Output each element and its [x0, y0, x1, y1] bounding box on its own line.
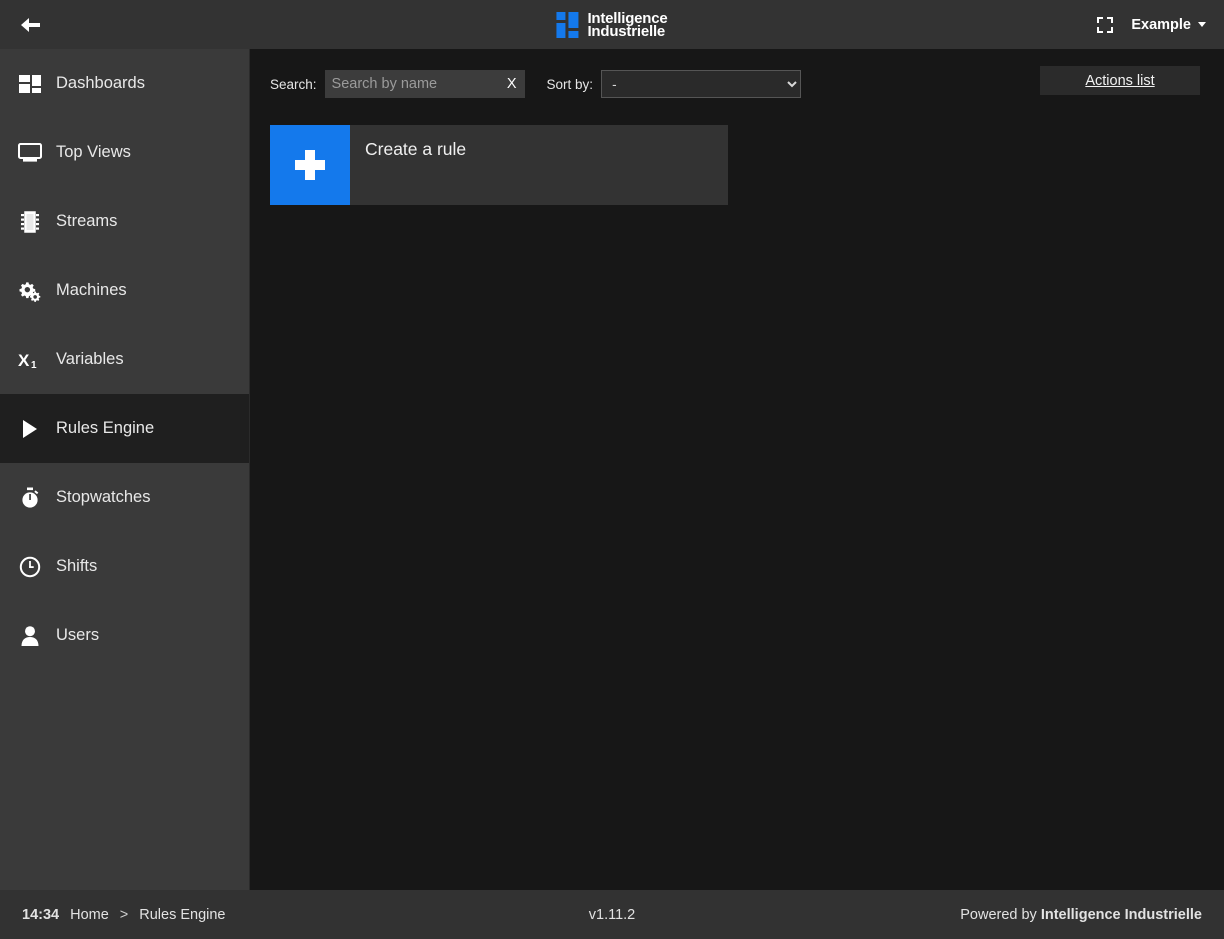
create-rule-card[interactable]: Create a rule — [270, 125, 728, 205]
sidebar-item-variables[interactable]: X 1 Variables — [0, 325, 249, 394]
toolbar: Search: X Sort by: - Actions list — [270, 66, 1200, 99]
create-rule-icon-panel — [270, 125, 350, 205]
chevron-down-icon — [1198, 22, 1206, 27]
breadcrumb-current: Rules Engine — [139, 906, 226, 923]
sidebar-item-streams[interactable]: Streams — [0, 187, 249, 256]
search-label: Search: — [270, 76, 317, 92]
sidebar-item-label: Streams — [56, 212, 118, 230]
sidebar-item-rules-engine[interactable]: Rules Engine — [0, 394, 249, 463]
chip-icon — [18, 210, 42, 234]
plus-icon — [295, 150, 325, 180]
footer-bar: 14:34 Home > Rules Engine v1.11.2 Powere… — [0, 890, 1224, 939]
sidebar-item-label: Shifts — [56, 557, 98, 575]
account-label: Example — [1131, 16, 1191, 33]
gears-icon — [18, 279, 42, 303]
search-field-wrap: X — [324, 70, 525, 98]
brand-name: Intelligence Industrielle — [587, 11, 667, 40]
clear-search-icon[interactable]: X — [507, 77, 517, 92]
monitor-icon — [18, 141, 42, 165]
sidebar-item-label: Machines — [56, 281, 127, 299]
brand-logo: Intelligence Industrielle — [556, 11, 668, 40]
fullscreen-icon[interactable] — [1097, 16, 1114, 33]
stopwatch-icon — [18, 486, 42, 510]
variable-x1-icon: X 1 — [18, 348, 42, 372]
create-rule-body: Create a rule — [350, 125, 728, 205]
sidebar-item-label: Dashboards — [56, 74, 145, 92]
breadcrumb-separator-icon: > — [119, 906, 129, 923]
sidebar-nav: Dashboards Top Views Streams Machines X … — [0, 49, 250, 890]
top-header: Intelligence Industrielle Example — [0, 0, 1224, 49]
dashboard-grid-icon — [18, 72, 42, 96]
sidebar-item-dashboards[interactable]: Dashboards — [0, 49, 249, 118]
footer-left-group: 14:34 Home > Rules Engine — [22, 907, 226, 923]
play-triangle-icon — [18, 417, 42, 441]
footer-powered-by: Powered by Intelligence Industrielle — [960, 907, 1202, 923]
actions-list-button[interactable]: Actions list — [1040, 66, 1200, 95]
sidebar-item-label: Variables — [56, 350, 124, 368]
app-root: Intelligence Industrielle Example Dashbo… — [0, 0, 1224, 939]
sidebar-item-stopwatches[interactable]: Stopwatches — [0, 463, 249, 532]
powered-by-prefix: Powered by — [960, 906, 1041, 923]
footer-clock: 14:34 — [22, 906, 60, 923]
sidebar-item-top-views[interactable]: Top Views — [0, 118, 249, 187]
search-input[interactable] — [324, 70, 525, 98]
logo-mark-icon — [556, 11, 579, 38]
main-content: Search: X Sort by: - Actions list — [250, 49, 1224, 890]
sidebar-item-label: Stopwatches — [56, 488, 151, 506]
powered-by-brand: Intelligence Industrielle — [1040, 906, 1202, 923]
sort-label: Sort by: — [546, 76, 594, 92]
sidebar-item-machines[interactable]: Machines — [0, 256, 249, 325]
svg-text:1: 1 — [31, 360, 37, 371]
back-button[interactable] — [0, 0, 60, 49]
clock-icon — [18, 555, 42, 579]
sidebar-item-shifts[interactable]: Shifts — [0, 532, 249, 601]
body-row: Dashboards Top Views Streams Machines X … — [0, 49, 1224, 890]
svg-text:X: X — [18, 351, 30, 370]
sidebar-item-label: Rules Engine — [56, 419, 155, 437]
footer-version: v1.11.2 — [588, 906, 636, 923]
sort-select[interactable]: - — [601, 70, 802, 98]
sidebar-item-label: Top Views — [56, 143, 131, 161]
sidebar-item-label: Users — [56, 626, 100, 644]
sidebar-item-users[interactable]: Users — [0, 601, 249, 670]
account-menu[interactable]: Example — [1131, 17, 1206, 33]
actions-list-label: Actions list — [1085, 72, 1155, 89]
breadcrumb-home[interactable]: Home — [70, 907, 109, 923]
header-right-group: Example — [1097, 16, 1206, 33]
create-rule-title: Create a rule — [365, 139, 467, 159]
arrow-left-icon — [18, 15, 42, 35]
user-icon — [18, 624, 42, 648]
brand-line-2: Industrielle — [587, 22, 666, 40]
